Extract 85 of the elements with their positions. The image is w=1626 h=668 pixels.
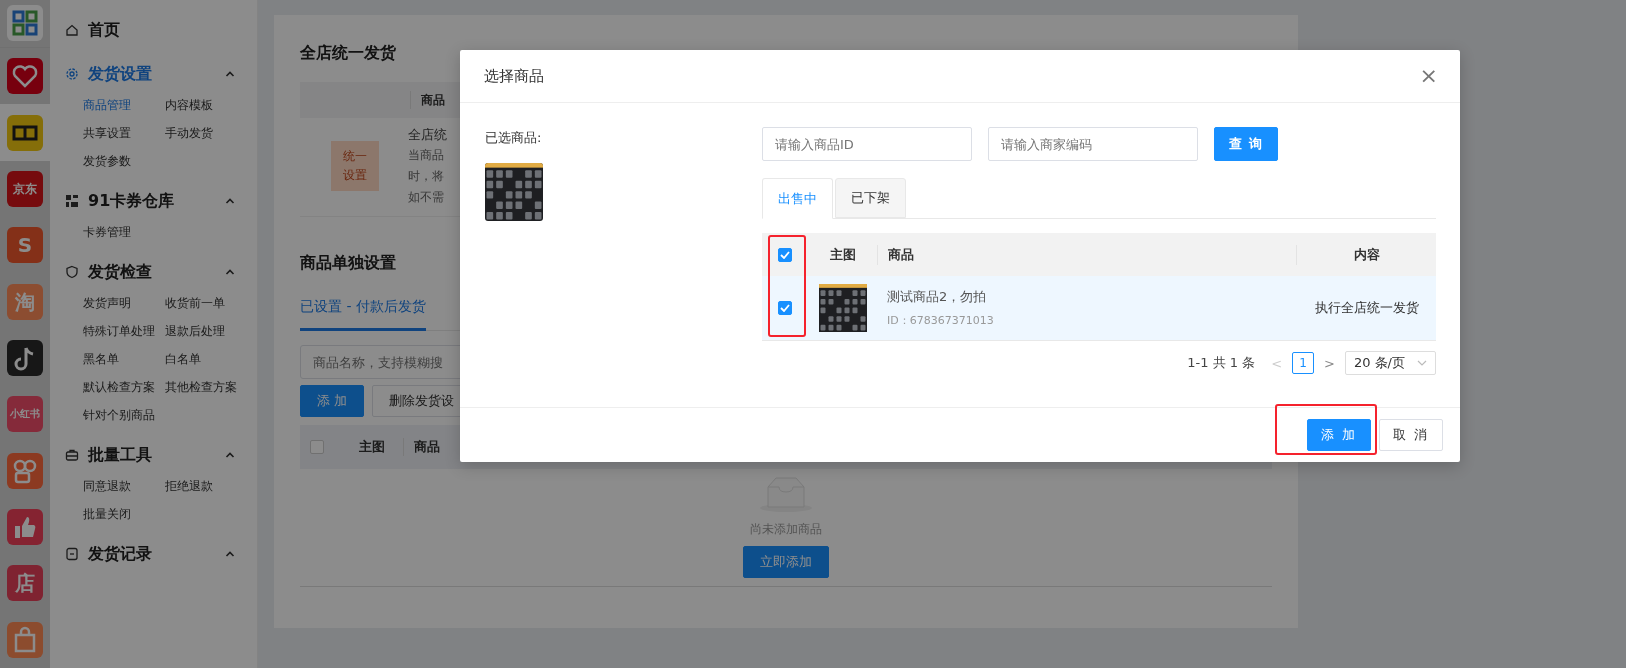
next-page-button[interactable]: >: [1322, 355, 1337, 371]
submenu-item[interactable]: 卡券管理: [83, 225, 165, 240]
sidebar-item[interactable]: 发货检查: [50, 250, 257, 294]
caret-icon: [225, 268, 235, 276]
add-button[interactable]: 添 加: [1307, 419, 1371, 451]
submenu-item[interactable]: 同意退款: [83, 479, 165, 494]
app-logo[interactable]: [7, 5, 43, 42]
description-text: 全店统: [408, 126, 447, 144]
product-name: 测试商品2，勿拍: [887, 288, 988, 306]
dialog-title: 选择商品: [484, 66, 544, 86]
sidebar-label: 发货检查: [88, 261, 153, 283]
sidebar-label: 批量工具: [88, 444, 153, 466]
product-id: ID：678367371013: [887, 313, 995, 328]
description-text: 当商品: [408, 147, 445, 164]
caret-icon: [225, 70, 235, 78]
page-button[interactable]: 1: [1292, 352, 1315, 374]
document-icon: [65, 547, 79, 561]
unified-setting-badge[interactable]: 统一设置: [331, 141, 379, 191]
caret-icon: [225, 451, 235, 459]
caret-icon: [225, 197, 235, 205]
submenu-item[interactable]: 白名单: [165, 352, 255, 367]
add-button[interactable]: 添 加: [300, 385, 365, 417]
checkbox[interactable]: [310, 440, 324, 454]
app-logo[interactable]: [7, 58, 43, 95]
column-header: 商品: [421, 91, 445, 109]
app-logo[interactable]: [7, 339, 43, 376]
selected-label: 已选商品:: [485, 129, 543, 147]
search-field[interactable]: 请输入商品ID: [762, 127, 972, 161]
caret-icon: [225, 550, 235, 558]
submenu-item[interactable]: 共享设置: [83, 126, 165, 141]
column-header: 商品: [877, 244, 1296, 265]
submenu-item[interactable]: 拒绝退款: [165, 479, 255, 494]
column-header: 主图: [828, 245, 857, 264]
section-title: 商品单独设置: [300, 253, 396, 274]
toolbox-icon: [65, 448, 79, 462]
column-header: 内容: [1296, 244, 1436, 265]
sidebar-item[interactable]: 首页: [50, 8, 257, 52]
app-logo[interactable]: 小红书: [7, 396, 43, 433]
section-title: 全店统一发货: [300, 43, 396, 64]
query-button[interactable]: 查 询: [1214, 127, 1278, 161]
app-logo[interactable]: 店: [7, 565, 43, 602]
submenu-item[interactable]: 发货参数: [83, 154, 165, 169]
shield-icon: [65, 265, 79, 279]
submenu-item[interactable]: 黑名单: [83, 352, 165, 367]
submenu-item[interactable]: 收货前一单: [165, 296, 255, 311]
pagination-summary: 1-1 共 1 条: [1187, 354, 1256, 372]
qr-code-icon: [65, 194, 79, 208]
sidebar-item[interactable]: 发货记录: [50, 532, 257, 576]
page-size-select[interactable]: 20 条/页: [1344, 351, 1436, 375]
search-field[interactable]: 请输入商家编码: [988, 127, 1198, 161]
close-button[interactable]: ×: [1415, 65, 1442, 87]
column-header: 主图: [358, 438, 386, 456]
submenu-item[interactable]: 发货声明: [83, 296, 165, 311]
table-cell-text: 执行全店统一发货: [1313, 299, 1420, 317]
submenu-item[interactable]: 默认检查方案: [83, 380, 165, 395]
description-text: 如不需: [408, 189, 445, 206]
app-logo[interactable]: [7, 509, 43, 545]
submenu-item[interactable]: 退款后处理: [165, 324, 255, 339]
submenu-item[interactable]: 手动发货: [165, 126, 255, 141]
cancel-button[interactable]: 取 消: [1379, 419, 1443, 451]
submenu-item[interactable]: 商品管理: [83, 98, 165, 113]
sidebar-label: 首页: [88, 19, 121, 41]
settings-icon: [65, 67, 79, 81]
sidebar-item[interactable]: 91卡券仓库: [50, 179, 257, 223]
chevron-down-icon: [1417, 360, 1427, 366]
checkbox[interactable]: [778, 301, 792, 315]
column-header: 商品: [403, 438, 458, 456]
sidebar-label: 发货设置: [88, 63, 153, 85]
submenu-item[interactable]: 批量关闭: [83, 507, 165, 522]
description-text: 时，将: [408, 168, 445, 185]
submenu-item[interactable]: 针对个别商品: [83, 408, 165, 423]
tab[interactable]: 已设置 - 付款后发货: [300, 288, 426, 331]
submenu-item[interactable]: 内容模板: [165, 98, 255, 113]
app-logo[interactable]: [7, 114, 43, 151]
checkbox[interactable]: [778, 247, 792, 262]
app-logo[interactable]: 京东: [7, 170, 43, 207]
sidebar-label: 发货记录: [88, 543, 153, 565]
tab[interactable]: 出售中: [762, 178, 833, 219]
sidebar-label: 91卡券仓库: [88, 190, 176, 212]
sidebar-item[interactable]: 发货设置: [50, 52, 257, 96]
submenu-item[interactable]: 特殊订单处理: [83, 324, 165, 339]
sidebar-item[interactable]: 批量工具: [50, 433, 257, 477]
tab[interactable]: 已下架: [835, 178, 906, 218]
submenu-item[interactable]: 其他检查方案: [165, 380, 255, 395]
home-icon: [65, 23, 79, 37]
